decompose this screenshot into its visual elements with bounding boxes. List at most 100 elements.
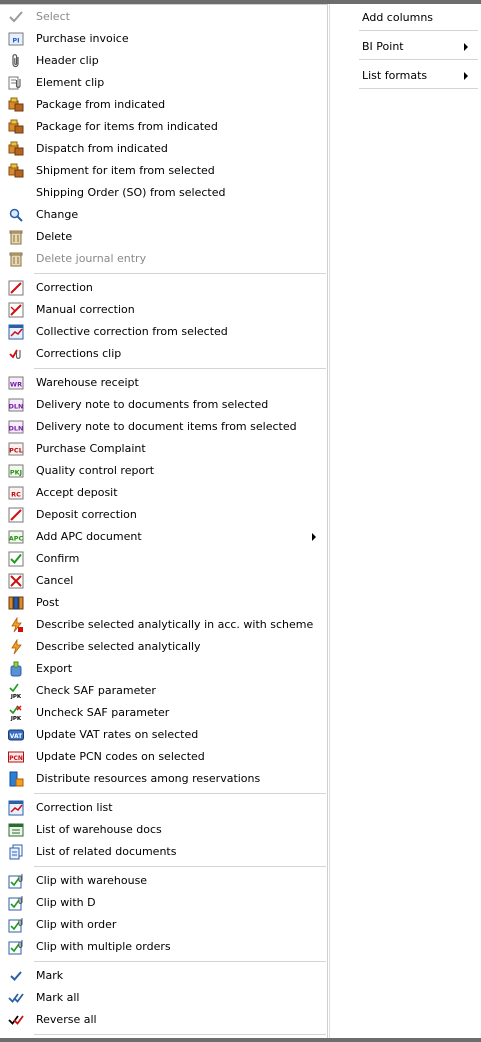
- menu-item-label: Package from indicated: [36, 98, 166, 111]
- svg-text:PCL: PCL: [9, 447, 23, 455]
- menu-item-change[interactable]: Change: [0, 204, 326, 226]
- svg-text:DLN: DLN: [9, 425, 24, 433]
- manual-correction-icon: [8, 302, 24, 318]
- menu-item-update-vat-rates-on-selected[interactable]: VAT Update VAT rates on selected: [0, 724, 326, 746]
- clip-with-icon: [8, 873, 24, 889]
- svg-text:WR: WR: [10, 381, 22, 389]
- menu-item-uncheck-saf-parameter[interactable]: JPK Uncheck SAF parameter: [0, 702, 326, 724]
- menu-item-label: Confirm: [36, 552, 80, 565]
- menu-item-add-columns[interactable]: Add columns: [330, 5, 480, 27]
- menu-item-label: Correction list: [36, 801, 113, 814]
- menu-item-select[interactable]: Select: [0, 6, 326, 28]
- menu-item-correction-list[interactable]: Correction list: [0, 797, 326, 819]
- menu-item-label: Check SAF parameter: [36, 684, 156, 697]
- menu-item-describe-selected-analytically[interactable]: Describe selected analytically: [0, 636, 326, 658]
- menu-item-element-clip[interactable]: Element clip: [0, 72, 326, 94]
- menu-item-delete-journal-entry[interactable]: Delete journal entry: [0, 248, 326, 270]
- context-menu-main: Select PI Purchase invoice Header clip Eleme…: [0, 4, 328, 1040]
- menu-item-label: Quality control report: [36, 464, 155, 477]
- svg-text:JPK: JPK: [10, 716, 22, 721]
- trash-icon: [8, 251, 24, 267]
- menu-item-delivery-note-to-document-items-from-selected[interactable]: DLN Delivery note to document items from …: [0, 416, 326, 438]
- menu-item-label: Package for items from indicated: [36, 120, 218, 133]
- menu-item-confirm[interactable]: Confirm: [0, 548, 326, 570]
- menu-item-corrections-clip[interactable]: Corrections clip: [0, 343, 326, 365]
- menu-item-delivery-note-to-documents-from-selected[interactable]: DLN Delivery note to documents from selec…: [0, 394, 326, 416]
- menu-item-deposit-correction[interactable]: Deposit correction: [0, 504, 326, 526]
- menu-item-label: Delivery note to document items from sel…: [36, 420, 297, 433]
- menu-item-label: Reverse all: [36, 1013, 97, 1026]
- menu-item-shipping-order-so-from-selected[interactable]: Shipping Order (SO) from selected: [0, 182, 326, 204]
- menu-item-manual-correction[interactable]: Manual correction: [0, 299, 326, 321]
- menu-item-list-formats[interactable]: List formats: [330, 63, 480, 85]
- svg-text:APC: APC: [9, 535, 24, 543]
- menu-item-warehouse-receipt[interactable]: WR Warehouse receipt: [0, 372, 326, 394]
- svg-text:PCN: PCN: [9, 755, 23, 762]
- menu-item-delete[interactable]: Delete: [0, 226, 326, 248]
- menu-item-list-of-related-documents[interactable]: List of related documents: [0, 841, 326, 863]
- submenu-arrow-icon: [464, 43, 468, 51]
- magnifier-icon: [8, 207, 24, 223]
- context-menu-secondary: Add columns BI Point List formats: [329, 4, 481, 1040]
- menu-item-post[interactable]: Post: [0, 592, 326, 614]
- menu-item-clip-with-multiple-orders[interactable]: Clip with multiple orders: [0, 936, 326, 958]
- menu-separator: [34, 866, 326, 867]
- menu-item-label: Clip with D: [36, 896, 96, 909]
- menu-item-list-of-warehouse-docs[interactable]: List of warehouse docs: [0, 819, 326, 841]
- reverse-all-icon: [8, 1012, 24, 1028]
- svg-text:DLN: DLN: [9, 403, 24, 411]
- menu-item-check-saf-parameter[interactable]: JPK Check SAF parameter: [0, 680, 326, 702]
- menu-item-label: Update VAT rates on selected: [36, 728, 199, 741]
- vat-icon: VAT: [8, 727, 24, 743]
- menu-item-distribute-resources-among-reservations[interactable]: Distribute resources among reservations: [0, 768, 326, 790]
- jpk-check-icon: JPK: [8, 683, 24, 699]
- menu-item-collective-correction-from-selected[interactable]: Collective correction from selected: [0, 321, 326, 343]
- window-edge-bottom: [0, 1038, 481, 1042]
- menu-item-label: Manual correction: [36, 303, 135, 316]
- package-icon: [8, 141, 24, 157]
- menu-item-header-clip[interactable]: Header clip: [0, 50, 326, 72]
- menu-item-mark[interactable]: Mark: [0, 965, 326, 987]
- menu-item-shipment-for-item-from-selected[interactable]: Shipment for item from selected: [0, 160, 326, 182]
- menu-item-export[interactable]: Export: [0, 658, 326, 680]
- warehouse-docs-icon: [8, 822, 24, 838]
- menu-item-clip-with-warehouse[interactable]: Clip with warehouse: [0, 870, 326, 892]
- lightning-icon: [8, 639, 24, 655]
- menu-item-add-apc-document[interactable]: APC Add APC document: [0, 526, 326, 548]
- describe-scheme-icon: [8, 617, 24, 633]
- svg-text:RC: RC: [11, 491, 21, 499]
- menu-item-package-from-indicated[interactable]: Package from indicated: [0, 94, 326, 116]
- menu-item-label: Describe selected analytically: [36, 640, 201, 653]
- menu-item-purchase-complaint[interactable]: PCL Purchase Complaint: [0, 438, 326, 460]
- menu-item-describe-selected-analytically-in-acc-with-scheme[interactable]: Describe selected analytically in acc. w…: [0, 614, 326, 636]
- menu-item-label: Distribute resources among reservations: [36, 772, 261, 785]
- submenu-arrow-icon: [464, 72, 468, 80]
- menu-item-correction[interactable]: Correction: [0, 277, 326, 299]
- menu-separator: [34, 273, 326, 274]
- menu-item-package-for-items-from-indicated[interactable]: Package for items from indicated: [0, 116, 326, 138]
- menu-item-clip-with-d[interactable]: Clip with D: [0, 892, 326, 914]
- correction-icon: [8, 507, 24, 523]
- menu-item-label: Clip with multiple orders: [36, 940, 171, 953]
- apc-icon: APC: [8, 529, 24, 545]
- clip-with-icon: [8, 939, 24, 955]
- menu-item-cancel[interactable]: Cancel: [0, 570, 326, 592]
- menu-item-reverse-all[interactable]: Reverse all: [0, 1009, 326, 1031]
- menu-item-dispatch-from-indicated[interactable]: Dispatch from indicated: [0, 138, 326, 160]
- menu-item-label: Select: [36, 10, 70, 23]
- trash-icon: [8, 229, 24, 245]
- menu-item-clip-with-order[interactable]: Clip with order: [0, 914, 326, 936]
- menu-item-label: Element clip: [36, 76, 105, 89]
- correction-icon: [8, 280, 24, 296]
- post-icon: [8, 595, 24, 611]
- menu-item-quality-control-report[interactable]: PKJ Quality control report: [0, 460, 326, 482]
- clip-with-icon: [8, 917, 24, 933]
- menu-item-bi-point[interactable]: BI Point: [330, 34, 480, 56]
- menu-item-mark-all[interactable]: Mark all: [0, 987, 326, 1009]
- menu-item-purchase-invoice[interactable]: PI Purchase invoice: [0, 28, 326, 50]
- menu-item-label: Shipping Order (SO) from selected: [36, 186, 226, 199]
- menu-item-label: Delete: [36, 230, 73, 243]
- paperclip-icon: [8, 53, 24, 69]
- menu-item-update-pcn-codes-on-selected[interactable]: PCN Update PCN codes on selected: [0, 746, 326, 768]
- menu-item-accept-deposit[interactable]: RC Accept deposit: [0, 482, 326, 504]
